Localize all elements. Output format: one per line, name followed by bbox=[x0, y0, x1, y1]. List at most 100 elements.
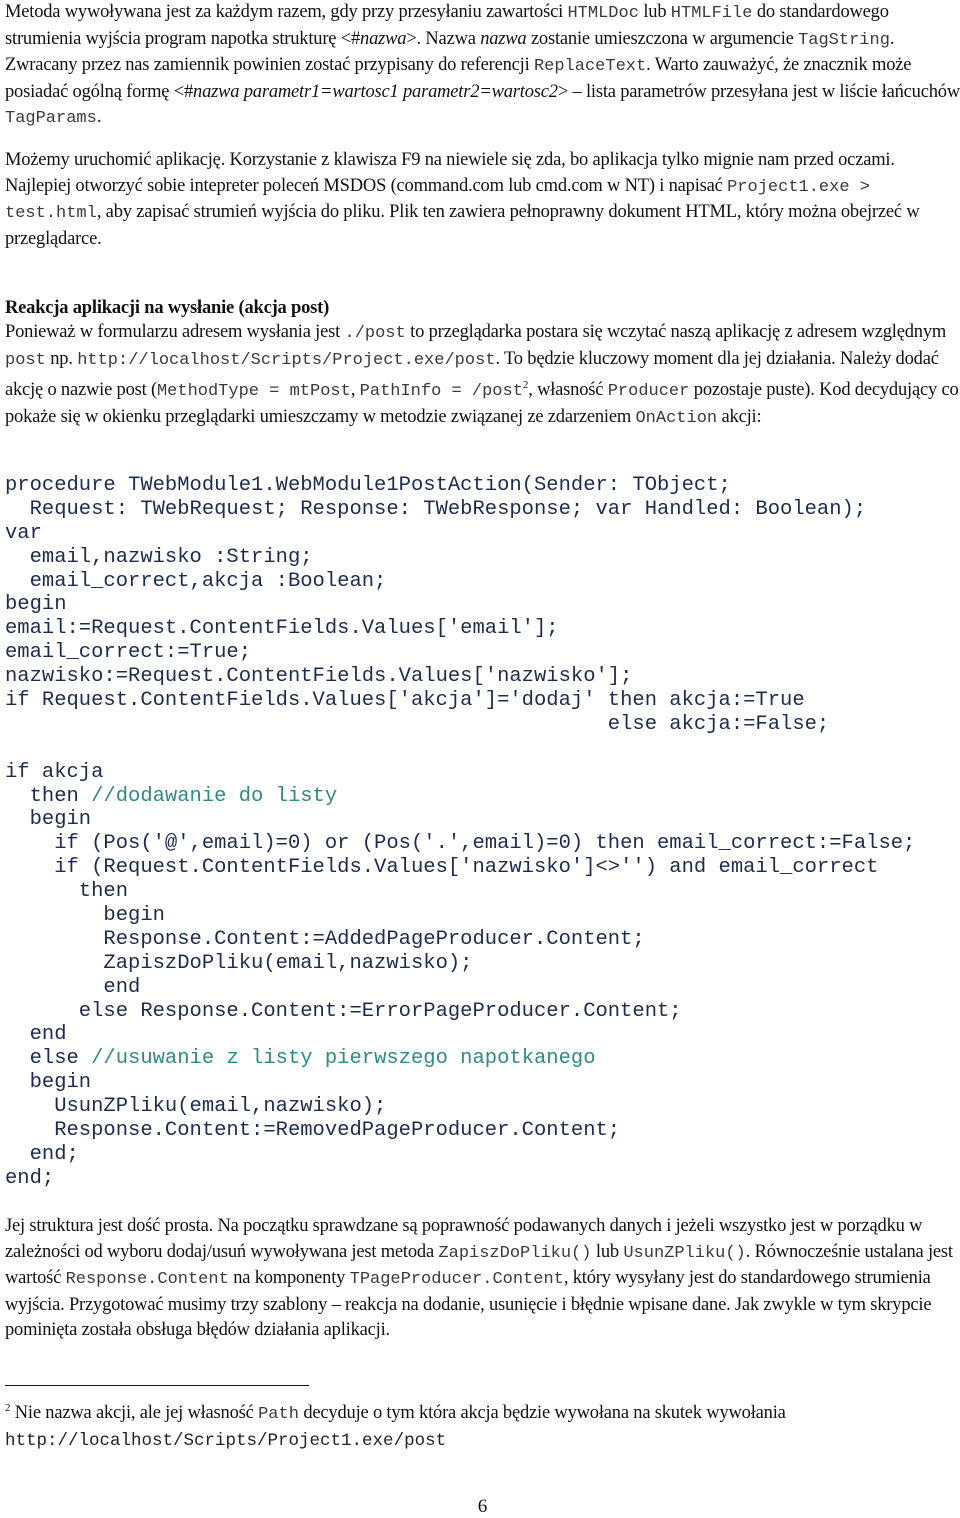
text: >. Nazwa bbox=[406, 28, 481, 49]
code-text: if Request.ContentFields.Values['akcja']… bbox=[5, 689, 805, 713]
code-block: procedure TWebModule1.WebModule1PostActi… bbox=[5, 474, 915, 1191]
code-text: end; bbox=[5, 1166, 55, 1190]
text: , własność bbox=[528, 380, 608, 401]
code-text: else bbox=[5, 1047, 92, 1071]
code-text: Response.Content:=AddedPageProducer.Cont… bbox=[5, 927, 645, 951]
code-text: end bbox=[5, 1023, 67, 1047]
inline-code: MethodType = mtPost bbox=[156, 382, 351, 402]
text: , bbox=[350, 380, 360, 401]
code-line: procedure TWebModule1.WebModule1PostActi… bbox=[5, 474, 915, 498]
code-line: if Request.ContentFields.Values['akcja']… bbox=[5, 689, 915, 713]
code-comment: //dodawanie do listy bbox=[91, 784, 338, 808]
code-line: UsunZPliku(email,nazwisko); bbox=[5, 1095, 915, 1119]
code-line: ZapiszDoPliku(email,nazwisko); bbox=[5, 952, 915, 976]
code-line: begin bbox=[5, 593, 915, 617]
code-text: then bbox=[5, 880, 129, 904]
text: . bbox=[96, 107, 102, 128]
code-line: end bbox=[5, 1023, 915, 1047]
text: Metoda wywoływana jest za każdym razem, … bbox=[5, 2, 568, 22]
inline-code: HTMLFile bbox=[670, 4, 753, 23]
code-text: begin bbox=[5, 904, 165, 928]
code-line: email:=Request.ContentFields.Values['ema… bbox=[5, 617, 915, 641]
text: lub bbox=[638, 2, 671, 22]
code-line: email_correct,akcja :Boolean; bbox=[5, 570, 915, 594]
text: to przeglądarka postara się wczytać nasz… bbox=[405, 322, 947, 342]
inline-code: Producer bbox=[607, 382, 690, 402]
paragraph-run-app: Możemy uruchomić aplikację. Korzystanie … bbox=[5, 148, 960, 252]
footnote-url: http://localhost/Scripts/Project1.exe/po… bbox=[5, 1430, 447, 1451]
italic-term: nazwa bbox=[480, 28, 527, 49]
inline-code: Path bbox=[258, 1405, 299, 1424]
code-line: Response.Content:=AddedPageProducer.Cont… bbox=[5, 928, 915, 952]
code-text: begin bbox=[5, 808, 92, 832]
footnote-separator bbox=[5, 1385, 309, 1386]
code-line: then bbox=[5, 880, 915, 904]
italic-term: nazwa parametr1=wartosc1 parametr2=warto… bbox=[193, 81, 558, 102]
code-text: var bbox=[5, 521, 42, 545]
code-text: ZapiszDoPliku(email,nazwisko); bbox=[5, 951, 473, 975]
inline-code: TPageProducer.Content bbox=[349, 1270, 564, 1290]
code-text: Response.Content:=RemovedPageProducer.Co… bbox=[5, 1119, 621, 1143]
code-text: end; bbox=[5, 1142, 79, 1166]
inline-code: ZapiszDoPliku() bbox=[438, 1243, 592, 1263]
inline-code: PathInfo = /post bbox=[359, 382, 523, 402]
code-line: else akcja:=False; bbox=[5, 713, 915, 737]
code-line: if akcja bbox=[5, 761, 915, 785]
code-line: email_correct:=True; bbox=[5, 641, 915, 665]
code-line: else //usuwanie z listy pierwszego napot… bbox=[5, 1047, 915, 1071]
code-line: Request: TWebRequest; Response: TWebResp… bbox=[5, 498, 915, 522]
code-text: if (Pos('@',email)=0) or (Pos('.',email)… bbox=[5, 832, 916, 856]
inline-code: ReplaceText bbox=[533, 57, 647, 77]
code-text: begin bbox=[5, 1071, 92, 1095]
text: akcji: bbox=[717, 406, 762, 427]
code-line: var bbox=[5, 522, 915, 546]
paragraph-post-action: Ponieważ w formularzu adresem wysłania j… bbox=[5, 320, 960, 431]
inline-code: HTMLDoc bbox=[567, 4, 639, 23]
code-text: Request: TWebRequest; Response: TWebResp… bbox=[5, 497, 867, 521]
inline-code: OnAction bbox=[635, 408, 718, 428]
text: lub bbox=[591, 1241, 624, 1262]
inline-code: post bbox=[5, 350, 46, 370]
code-text: UsunZPliku(email,nazwisko); bbox=[5, 1095, 387, 1119]
code-text: then bbox=[5, 784, 92, 808]
text: np. bbox=[45, 348, 78, 369]
inline-code: http://localhost/Scripts/Project.exe/pos… bbox=[77, 350, 496, 370]
code-text: email,nazwisko :String; bbox=[5, 545, 313, 569]
footnote: 2 Nie nazwa akcji, ale jej własność Path… bbox=[5, 1396, 786, 1454]
paragraph-structure-explanation: Jej struktura jest dość prosta. Na począ… bbox=[5, 1214, 960, 1344]
text: , aby zapisać strumień wyjścia do pliku.… bbox=[5, 202, 920, 249]
inline-code: UsunZPliku() bbox=[623, 1243, 746, 1263]
code-line: begin bbox=[5, 904, 915, 928]
text: zostanie umieszczona w argumencie bbox=[526, 28, 799, 49]
page-number: 6 bbox=[477, 1496, 488, 1517]
inline-code: TagParams bbox=[5, 109, 97, 129]
code-line: end; bbox=[5, 1143, 915, 1167]
code-text: if akcja bbox=[5, 760, 104, 784]
text: na komponenty bbox=[228, 1268, 350, 1289]
code-line: begin bbox=[5, 1071, 915, 1095]
code-text: email_correct,akcja :Boolean; bbox=[5, 569, 387, 593]
code-text: else Response.Content:=ErrorPageProducer… bbox=[5, 999, 682, 1023]
code-text: if (Request.ContentFields.Values['nazwis… bbox=[5, 856, 879, 880]
code-line: email,nazwisko :String; bbox=[5, 546, 915, 570]
code-text: email_correct:=True; bbox=[5, 641, 252, 665]
code-line: end bbox=[5, 976, 915, 1000]
code-line: then //dodawanie do listy bbox=[5, 785, 915, 809]
inline-code: Response.Content bbox=[65, 1270, 229, 1290]
code-line: if (Request.ContentFields.Values['nazwis… bbox=[5, 856, 915, 880]
code-text: nazwisko:=Request.ContentFields.Values['… bbox=[5, 665, 633, 689]
inline-code: ./post bbox=[344, 324, 406, 343]
text: Ponieważ w formularzu adresem wysłania j… bbox=[5, 322, 345, 342]
code-text: email:=Request.ContentFields.Values['ema… bbox=[5, 617, 559, 641]
text: decyduje o tym która akcja będzie wywoła… bbox=[298, 1403, 786, 1423]
code-line: if (Pos('@',email)=0) or (Pos('.',email)… bbox=[5, 832, 915, 856]
paragraph-tag-replacement: Metoda wywoływana jest za każdym razem, … bbox=[5, 0, 960, 132]
code-line: nazwisko:=Request.ContentFields.Values['… bbox=[5, 665, 915, 689]
section-heading: Reakcja aplikacji na wysłanie (akcja pos… bbox=[5, 298, 330, 318]
code-text: end bbox=[5, 975, 141, 999]
code-comment: //usuwanie z listy pierwszego napotkaneg… bbox=[91, 1047, 596, 1071]
italic-term: nazwa bbox=[360, 28, 407, 49]
code-text: begin bbox=[5, 593, 67, 617]
code-line: Response.Content:=RemovedPageProducer.Co… bbox=[5, 1119, 915, 1143]
